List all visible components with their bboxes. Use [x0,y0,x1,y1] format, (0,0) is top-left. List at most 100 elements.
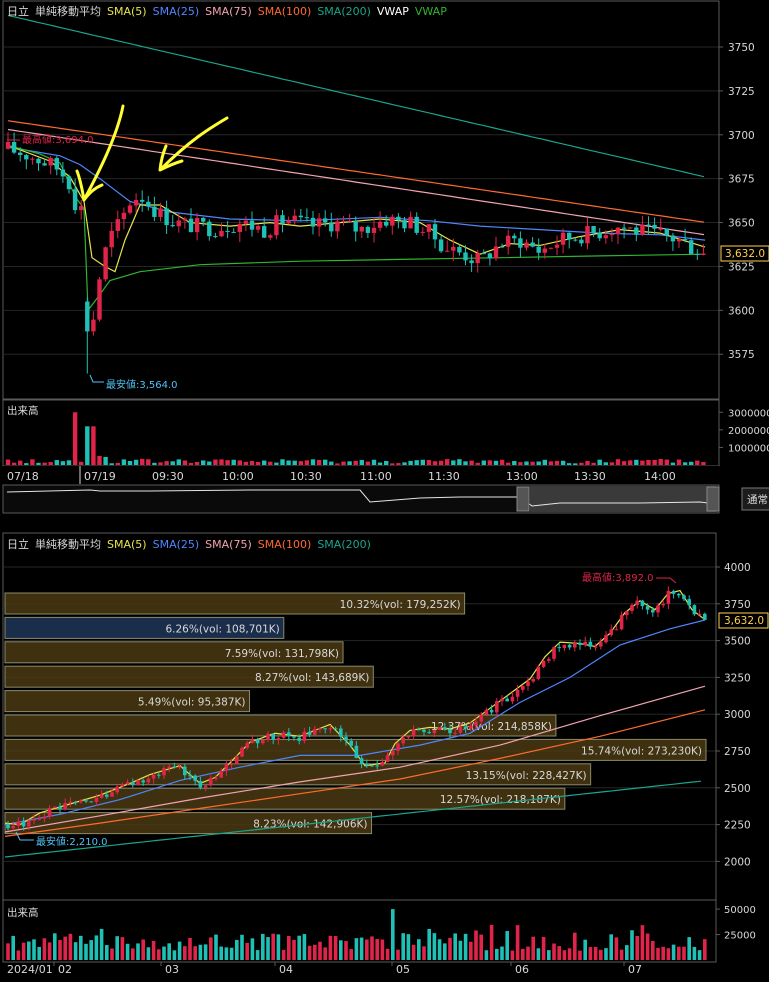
volume-bar [68,933,73,960]
legend-sma200[interactable]: SMA(200) [317,5,371,18]
legend-sma5[interactable]: SMA(5) [107,5,147,18]
daily-chart-panel[interactable]: 10.32%(vol: 179,252K) 6.26%(vol: 108,701K… [2,532,769,976]
volume-bar [176,459,181,465]
volume-bar [697,950,702,960]
legend-sma75[interactable]: SMA(75) [205,5,252,18]
volume-bar [281,949,286,960]
profile-label: 8.27%(vol: 143,689K) [255,672,369,684]
daily-legend-sma75[interactable]: SMA(75) [205,538,252,551]
candle-body [268,235,273,238]
volume-bar [542,459,547,465]
candle-body [640,600,645,607]
intraday-volume-title: 出来高 [7,404,39,417]
daily-symbol: 日立 [7,538,29,551]
volume-bar [420,459,425,465]
volume-bar [536,948,541,960]
candle-body [131,782,135,785]
date-label: 03 [165,963,179,976]
volume-bar [426,459,432,465]
candle-body [292,736,296,738]
volume-bar [354,938,359,960]
candle-body [479,714,483,722]
volume-bar [60,461,66,465]
legend-sma100[interactable]: SMA(100) [258,5,312,18]
volume-bar [567,948,572,960]
volume-bar [515,925,520,960]
candle-body [524,242,529,248]
candle-body [475,253,480,264]
candle-body [133,199,139,206]
volume-bar [510,950,515,960]
volume-bar [411,944,416,960]
volume-bar [401,933,405,960]
volume-bar [390,463,395,465]
candle-body [63,802,67,810]
candle-body [604,635,608,643]
volume-bar [203,944,208,960]
candle-body [593,646,598,648]
candle-body [463,252,468,261]
candle-body [588,641,593,647]
stock-chart-canvas: 3750 3725 3700 3675 3650 3625 3600 3575 最高値:3,6… [0,0,769,976]
profile-label: 7.59%(vol: 131,798K) [225,648,339,660]
candle-body [646,224,651,226]
volume-bar [554,460,560,465]
intraday-price-pane[interactable] [2,0,720,400]
daily-legend-sma25[interactable]: SMA(25) [153,538,200,551]
candle-body [542,248,547,253]
time-label: 11:30 [428,470,460,483]
daily-legend-sma200[interactable]: SMA(200) [317,538,371,551]
candle-body [255,739,260,744]
candle-body [297,737,301,741]
candle-body [451,246,456,251]
volume-bar [479,934,483,960]
candle-body [271,733,275,740]
volume-bar [676,459,682,465]
volume-bar [110,948,114,960]
volume-bar [37,946,41,960]
intraday-volume-pane[interactable] [2,399,720,467]
candle-body [583,641,587,645]
candle-body [645,606,650,610]
intraday-legend: 日立 単純移動平均 SMA(5) SMA(25) SMA(75) SMA(100) SMA(… [7,3,453,19]
candle-body [354,745,359,759]
candle-body [177,766,182,768]
candle-body [495,701,499,713]
daily-time-axis: 2024/01 02 03 04 05 06 07 [7,962,642,976]
candle-body [66,176,72,190]
volume-bar [298,461,303,465]
candle-body [240,747,244,757]
navigator-left-handle[interactable] [516,486,530,512]
volume-bar [402,462,407,465]
volume-bar [329,461,334,465]
profile-label: 6.26%(vol: 108,701K) [165,623,279,635]
candle-body [353,220,358,232]
volume-bar [484,950,489,960]
legend-vwap-band[interactable]: VWAP [415,5,447,18]
intraday-chart-panel[interactable]: 3750 3725 3700 3675 3650 3625 3600 3575 最高値:3,6… [2,0,769,514]
volume-bar [475,462,480,465]
daily-legend-sma5[interactable]: SMA(5) [107,538,147,551]
volume-bar [16,950,21,960]
navigator-right-handle[interactable] [706,486,720,512]
volume-bar [677,946,681,960]
candle-body [219,770,223,778]
volume-bar [573,932,577,960]
volume-bar [280,459,285,465]
volume-bar [463,461,468,465]
view-mode-button[interactable]: 通常 [741,487,769,511]
volume-bar [310,459,316,465]
navigator-selected-range[interactable] [530,486,716,512]
legend-sma25[interactable]: SMA(25) [153,5,200,18]
volume-bar [603,462,608,465]
volume-bar [341,461,346,465]
volume-bar [339,940,343,960]
daily-volume-pane[interactable] [2,899,717,963]
candle-body [609,629,613,636]
volume-bar [219,946,223,960]
candle-body [671,590,676,594]
candle-body [701,253,706,255]
daily-legend-sma100[interactable]: SMA(100) [258,538,312,551]
legend-vwap[interactable]: VWAP [377,5,409,18]
volume-profile-bin: 5.49%(vol: 95,387K) [4,690,251,713]
